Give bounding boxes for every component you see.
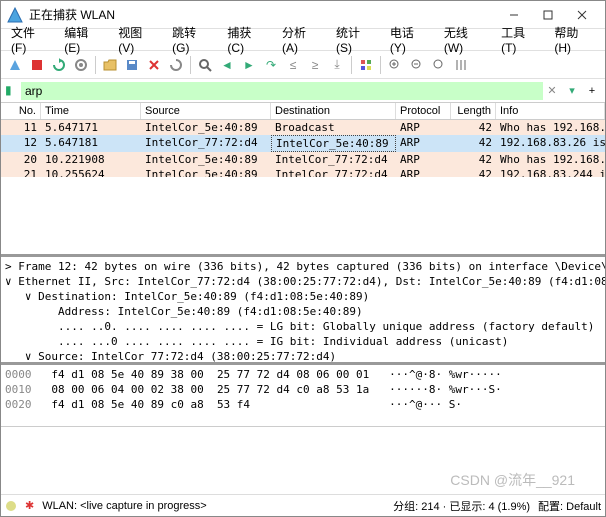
separator [95,56,96,74]
table-row[interactable]: 115.647171IntelCor_5e:40:89BroadcastARP4… [1,120,605,135]
menu-file[interactable]: 文件(F) [5,22,56,57]
detail-lgbit[interactable]: .... ..0. .... .... .... .... = LG bit: … [5,319,601,334]
first-icon[interactable]: ≤ [283,55,303,75]
detail-destination[interactable]: ∨ Destination: IntelCor_5e:40:89 (f4:d1:… [5,289,601,304]
status-profile[interactable]: 配置: Default [538,498,601,514]
menu-help[interactable]: 帮助(H) [548,22,601,57]
menu-tools[interactable]: 工具(T) [495,22,546,57]
packet-details[interactable]: > Frame 12: 42 bytes on wire (336 bits),… [1,257,605,365]
packet-header: No. Time Source Destination Protocol Len… [1,103,605,120]
filter-bar: ▮ ✕ ▾ + [1,79,605,103]
detail-ethernet[interactable]: ∨ Ethernet II, Src: IntelCor_77:72:d4 (3… [5,274,601,289]
status-indicator-icon[interactable] [5,500,17,512]
menu-statistics[interactable]: 统计(S) [330,22,382,57]
zoom-in-icon[interactable] [385,55,405,75]
add-filter-icon[interactable]: + [583,82,601,100]
menu-telephony[interactable]: 电话(Y) [384,22,436,57]
clear-filter-icon[interactable]: ✕ [543,82,561,100]
close-file-icon[interactable] [144,55,164,75]
detail-source[interactable]: ∨ Source: IntelCor_77:72:d4 (38:00:25:77… [5,349,601,364]
col-protocol[interactable]: Protocol [396,103,451,119]
restart-capture-icon[interactable] [49,55,69,75]
separator [380,56,381,74]
prev-icon[interactable]: ◄ [217,55,237,75]
zoom-reset-icon[interactable] [429,55,449,75]
resize-columns-icon[interactable] [451,55,471,75]
status-packets: 分组: 214 · 已显示: 4 (1.9%) [393,498,530,514]
col-destination[interactable]: Destination [271,103,396,119]
zoom-out-icon[interactable] [407,55,427,75]
menu-analyze[interactable]: 分析(A) [276,22,328,57]
app-icon [7,7,23,23]
reload-icon[interactable] [166,55,186,75]
table-row[interactable]: 2010.221908IntelCor_5e:40:89IntelCor_77:… [1,152,605,167]
find-icon[interactable] [195,55,215,75]
detail-frame[interactable]: > Frame 12: 42 bytes on wire (336 bits),… [5,259,601,274]
status-bar: ✱ WLAN: <live capture in progress> 分组: 2… [1,494,605,516]
detail-igbit[interactable]: .... ...0 .... .... .... .... = IG bit: … [5,334,601,349]
separator [190,56,191,74]
jump-icon[interactable]: ↷ [261,55,281,75]
col-time[interactable]: Time [41,103,141,119]
last-icon[interactable]: ≥ [305,55,325,75]
display-filter-input[interactable] [21,82,543,100]
open-file-icon[interactable] [100,55,120,75]
bookmark-icon[interactable]: ▮ [5,83,21,99]
empty-area [1,177,605,257]
col-source[interactable]: Source [141,103,271,119]
col-length[interactable]: Length [451,103,496,119]
menu-edit[interactable]: 编辑(E) [58,22,110,57]
status-capture: WLAN: <live capture in progress> [42,500,206,512]
separator [351,56,352,74]
stop-capture-icon[interactable] [27,55,47,75]
menu-bar: 文件(F) 编辑(E) 视图(V) 跳转(G) 捕获(C) 分析(A) 统计(S… [1,29,605,51]
col-info[interactable]: Info [496,103,605,119]
next-icon[interactable]: ► [239,55,259,75]
menu-wireless[interactable]: 无线(W) [438,22,493,57]
menu-capture[interactable]: 捕获(C) [221,22,274,57]
menu-view[interactable]: 视图(V) [112,22,164,57]
hex-row[interactable]: 0010 08 00 06 04 00 02 38 00 25 77 72 d4… [5,382,601,397]
autoscroll-icon[interactable]: ⤓ [327,55,347,75]
table-row[interactable]: 2110.255624IntelCor_5e:40:89IntelCor_77:… [1,167,605,177]
watermark: CSDN @流年__921 [450,470,575,490]
table-row[interactable]: 125.647181IntelCor_77:72:d4IntelCor_5e:4… [1,135,605,152]
apply-filter-icon[interactable]: ▾ [563,82,581,100]
colorize-icon[interactable] [356,55,376,75]
hex-row[interactable]: 0020 f4 d1 08 5e 40 89 c0 a8 53 f4 ···^@… [5,397,601,412]
detail-address[interactable]: Address: IntelCor_5e:40:89 (f4:d1:08:5e:… [5,304,601,319]
options-icon[interactable] [71,55,91,75]
save-file-icon[interactable] [122,55,142,75]
hex-row[interactable]: 0000 f4 d1 08 5e 40 89 38 00 25 77 72 d4… [5,367,601,382]
hex-view[interactable]: 0000 f4 d1 08 5e 40 89 38 00 25 77 72 d4… [1,365,605,427]
menu-go[interactable]: 跳转(G) [166,22,219,57]
start-capture-icon[interactable] [5,55,25,75]
col-no[interactable]: No. [1,103,41,119]
window-title: 正在捕获 WLAN [29,6,497,23]
packet-list: No. Time Source Destination Protocol Len… [1,103,605,177]
expert-info-icon[interactable]: ✱ [25,499,34,512]
